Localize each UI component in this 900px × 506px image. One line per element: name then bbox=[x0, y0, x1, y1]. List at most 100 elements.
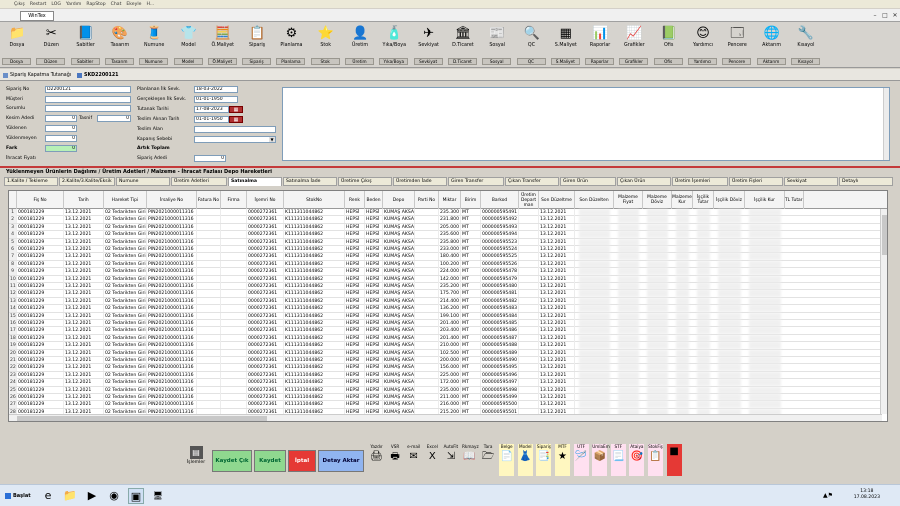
shortcut-stf-button[interactable]: STF 📃 bbox=[610, 444, 626, 476]
column-header[interactable]: Son Düzelten bbox=[575, 191, 614, 209]
toolbar-dropdown[interactable]: Dosya bbox=[2, 58, 31, 65]
table-row[interactable]: 19 000181229 13.12.2021 02 Tedarikten Giriş… bbox=[9, 342, 881, 350]
shortcut-autofit-button[interactable]: AutoFit ⇲ bbox=[443, 444, 459, 476]
teslim-alan-field[interactable] bbox=[194, 126, 276, 133]
menu-item[interactable]: RapStop bbox=[86, 2, 105, 7]
toolbar-dropdown[interactable]: Sosyal bbox=[482, 58, 512, 65]
column-header[interactable]: İrsaliye No bbox=[147, 191, 197, 209]
tab-11[interactable]: Çıkan Ürün bbox=[617, 177, 671, 186]
calendar-icon[interactable]: ▦ bbox=[229, 116, 243, 123]
shortcut-vsr-button[interactable]: VSR 🖶 bbox=[388, 444, 403, 476]
tab-7[interactable]: Üretimden İade bbox=[393, 177, 447, 186]
table-row[interactable]: 3 000181229 13.12.2021 02 Tedarikten Giriş P… bbox=[9, 223, 881, 232]
table-row[interactable]: 22 000181229 13.12.2021 02 Tedarikten Giriş… bbox=[9, 364, 881, 372]
shortcut-mtf-button[interactable]: MTF ★ bbox=[555, 444, 570, 476]
toolbar-dropdown[interactable]: QC bbox=[516, 58, 546, 65]
table-row[interactable]: 27 000181229 13.12.2021 02 Tedarikten Giriş… bbox=[9, 401, 881, 409]
toolbar-dropdown[interactable]: Grafikler bbox=[619, 58, 649, 65]
table-row[interactable]: 10 000181229 13.12.2021 02 Tedarikten Giriş… bbox=[9, 275, 881, 283]
table-row[interactable]: 17 000181229 13.12.2021 02 Tedarikten Giriş… bbox=[9, 327, 881, 335]
table-row[interactable]: 13 000181229 13.12.2021 02 Tedarikten Giriş… bbox=[9, 297, 881, 306]
table-row[interactable]: 21 000181229 13.12.2021 02 Tedarikten Giriş… bbox=[9, 357, 881, 365]
shortcut-belge-button[interactable]: Belge 📄 bbox=[499, 444, 515, 476]
column-header[interactable]: Malzeme Fiyat bbox=[614, 191, 643, 209]
table-row[interactable]: 7 000181229 13.12.2021 02 Tedarikten Giriş P… bbox=[9, 253, 881, 261]
table-row[interactable]: 23 000181229 13.12.2021 02 Tedarikten Giriş… bbox=[9, 371, 881, 380]
toolbar-dropdown[interactable]: Stok bbox=[310, 58, 340, 65]
iptal-button[interactable]: İptal bbox=[288, 450, 316, 472]
tab-6[interactable]: Üretime Çıkış bbox=[338, 177, 392, 186]
toolbar-dropdown[interactable]: Model bbox=[173, 58, 203, 65]
column-header[interactable]: StokNo bbox=[284, 191, 345, 209]
column-header[interactable]: Hareket Tipi bbox=[104, 191, 147, 209]
toolbar-model-button[interactable]: 👕 Model Model bbox=[173, 24, 204, 66]
toolbar-sosyal-button[interactable]: 📰 Sosyal Sosyal bbox=[482, 24, 512, 66]
table-row[interactable]: 14 000181229 13.12.2021 02 Tedarikten Giriş… bbox=[9, 305, 881, 313]
toolbar-dropdown[interactable]: S.Maliyet bbox=[550, 58, 580, 65]
table-row[interactable]: 9 000181229 13.12.2021 02 Tedarikten Giriş P… bbox=[9, 268, 881, 276]
shortcut-umlaem-button[interactable]: UmlaEm 📦 bbox=[592, 444, 610, 476]
column-header[interactable]: Üretim Depart man bbox=[519, 191, 539, 209]
siparis-no-field[interactable]: D2200121 bbox=[45, 86, 131, 93]
toolbar-düzen-button[interactable]: ✂ Düzen Düzen bbox=[36, 24, 66, 66]
toolbar-dropdown[interactable]: Yardımcı bbox=[688, 58, 717, 65]
column-header[interactable]: Son Düzeltme bbox=[539, 191, 575, 209]
tab-0[interactable]: 1.Kalite / Tekleme bbox=[4, 177, 58, 186]
teslim-tarih-field[interactable]: 01-01-1950 bbox=[194, 116, 229, 123]
tab-3[interactable]: Üretim Adetleri bbox=[171, 177, 227, 186]
toolbar-pencere-button[interactable]: 🗔 Pencere Pencere bbox=[722, 24, 752, 66]
table-row[interactable]: 25 000181229 13.12.2021 02 Tedarikten Giriş… bbox=[9, 386, 881, 394]
column-header[interactable]: Fatura No bbox=[197, 191, 221, 209]
toolbar-s-maliyet-button[interactable]: ▦ S.Maliyet S.Maliyet bbox=[550, 24, 581, 66]
shortcut-yazd-r-button[interactable]: Yazdır 🖨 bbox=[369, 444, 384, 476]
shortcut-tara-button[interactable]: Tara 🗁 bbox=[481, 444, 496, 476]
table-row[interactable]: 18 000181229 13.12.2021 02 Tedarikten Giriş… bbox=[9, 334, 881, 343]
toolbar-dropdown[interactable]: Sevkiyat bbox=[413, 58, 443, 65]
tab-12[interactable]: Üretim İşemleri bbox=[672, 177, 728, 186]
table-row[interactable]: 16 000181229 13.12.2021 02 Tedarikten Giriş… bbox=[9, 320, 881, 328]
toolbar-dropdown[interactable]: Kısayol bbox=[790, 58, 820, 65]
toolbar-ö-maliyet-button[interactable]: 🧮 Ö.Maliyet Ö.Maliyet bbox=[207, 24, 238, 66]
table-row[interactable]: 26 000181229 13.12.2021 02 Tedarikten Giriş… bbox=[9, 394, 881, 402]
table-row[interactable]: 15 000181229 13.12.2021 02 Tedarikten Giriş… bbox=[9, 312, 881, 320]
yuklenmeyen-field[interactable]: 0 bbox=[45, 135, 77, 142]
toolbar-dropdown[interactable]: Üretim bbox=[345, 58, 374, 65]
toolbar-yardımcı-button[interactable]: 😊 Yardımcı Yardımcı bbox=[688, 24, 718, 66]
shortcut-ataiya-button[interactable]: Ataiya 🎯 bbox=[629, 444, 645, 476]
shortcut-sipari--button[interactable]: Sipariş 📑 bbox=[536, 444, 552, 476]
maximize-button[interactable]: □ bbox=[880, 11, 890, 20]
toolbar-stok-button[interactable]: ⭐ Stok Stok bbox=[310, 24, 341, 66]
fark-field[interactable]: 0 bbox=[45, 145, 77, 152]
wintex-app-icon[interactable]: ▣ bbox=[128, 488, 144, 504]
tab-14[interactable]: Sevkiyat bbox=[784, 177, 838, 186]
toolbar-sevkiyat-button[interactable]: ✈ Sevkiyat Sevkiyat bbox=[413, 24, 444, 66]
islemler-button[interactable]: ▤ İşlemler bbox=[183, 446, 209, 476]
menu-item[interactable]: H... bbox=[146, 2, 154, 7]
menu-item[interactable]: Restart bbox=[30, 2, 47, 7]
tab-1[interactable]: 2.Kalite/3.Kalite/Eksik bbox=[59, 177, 115, 186]
table-row[interactable]: 8 000181229 13.12.2021 02 Tedarikten Giriş P… bbox=[9, 260, 881, 269]
column-header[interactable]: Malzeme Kur bbox=[672, 191, 693, 209]
media-player-icon[interactable]: ▶ bbox=[84, 488, 100, 504]
toolbar-dropdown[interactable]: Planlama bbox=[276, 58, 306, 65]
column-header[interactable]: Renk bbox=[345, 191, 365, 209]
toolbar-dropdown[interactable]: Sipariş bbox=[242, 58, 272, 65]
column-header[interactable]: Fiş No bbox=[17, 191, 64, 209]
toolbar-kısayol-button[interactable]: 🔧 Kısayol Kısayol bbox=[790, 24, 821, 66]
window-tab[interactable]: WinTex bbox=[20, 11, 54, 21]
table-row[interactable]: 6 000181229 13.12.2021 02 Tedarikten Giriş P… bbox=[9, 246, 881, 254]
tab-13[interactable]: Üretim Fişleri bbox=[729, 177, 783, 186]
gerceklesen-sevk-field[interactable]: 01-01-1950 bbox=[194, 96, 238, 103]
table-row[interactable]: 20 000181229 13.12.2021 02 Tedarikten Giriş… bbox=[9, 349, 881, 357]
scroll-thumb[interactable] bbox=[882, 215, 887, 255]
toolbar-dropdown[interactable]: Ö.Maliyet bbox=[207, 58, 237, 65]
toolbar-dropdown[interactable]: Pencere bbox=[722, 58, 752, 65]
vertical-scrollbar[interactable] bbox=[880, 209, 887, 414]
toolbar-ofis-button[interactable]: 📗 Ofis Ofis bbox=[653, 24, 684, 66]
column-header[interactable]: İşçilik Tutar bbox=[693, 191, 714, 209]
chrome-icon[interactable]: ◉ bbox=[106, 488, 122, 504]
toolbar-dropdown[interactable]: Düzen bbox=[36, 58, 66, 65]
kesim-adedi-field[interactable]: 0 bbox=[45, 115, 77, 122]
toolbar-dropdown[interactable]: D.Ticaret bbox=[447, 58, 477, 65]
column-header[interactable]: TL Tutar bbox=[785, 191, 804, 209]
